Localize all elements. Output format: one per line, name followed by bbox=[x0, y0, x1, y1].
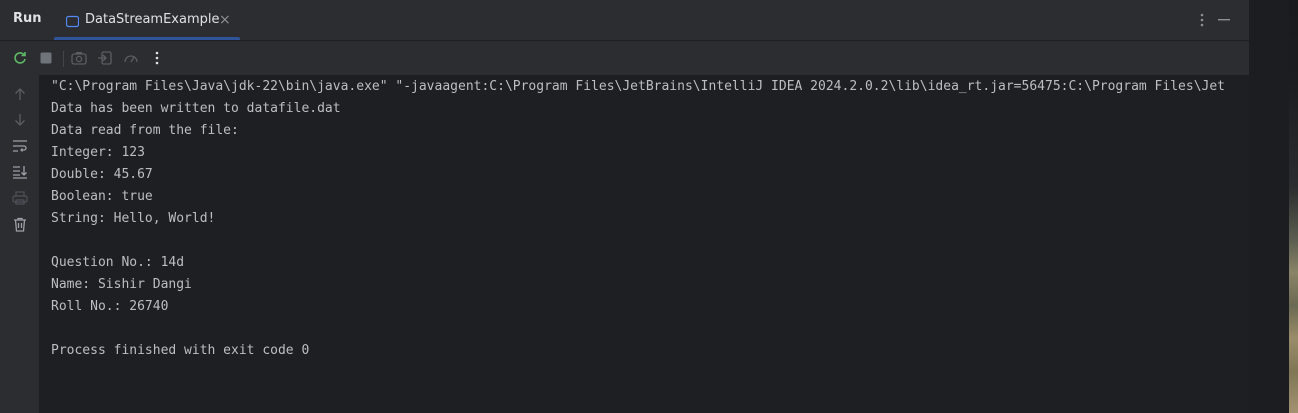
console-line: "C:\Program Files\Java\jdk-22\bin\java.e… bbox=[51, 79, 1225, 94]
console-line: Integer: 123 bbox=[51, 145, 145, 160]
rerun-icon[interactable] bbox=[10, 48, 30, 68]
scroll-to-end-icon[interactable] bbox=[10, 162, 30, 182]
console-line: Data has been written to datafile.dat bbox=[51, 101, 341, 116]
run-tool-window: Run DataStreamExample × "C:\Program File… bbox=[0, 0, 1249, 413]
run-toolbar bbox=[0, 41, 1249, 75]
profiler-icon[interactable] bbox=[121, 48, 141, 68]
console-line: Data read from the file: bbox=[51, 123, 239, 138]
window-edge bbox=[1249, 0, 1289, 413]
up-arrow-icon[interactable] bbox=[10, 84, 30, 104]
console-side-toolbar bbox=[0, 75, 39, 413]
console-line: Question No.: 14d bbox=[51, 255, 185, 270]
close-icon[interactable]: × bbox=[219, 12, 231, 28]
soft-wrap-icon[interactable] bbox=[10, 136, 30, 156]
minimize-icon[interactable] bbox=[1214, 10, 1234, 30]
more-options-icon[interactable] bbox=[1192, 10, 1212, 30]
console-line: Name: Sishir Dangi bbox=[51, 277, 192, 292]
console-line: String: Hello, World! bbox=[51, 211, 216, 226]
more-options-icon[interactable] bbox=[147, 48, 167, 68]
console-line: Process finished with exit code 0 bbox=[51, 343, 310, 358]
console-output[interactable]: "C:\Program Files\Java\jdk-22\bin\java.e… bbox=[39, 75, 1249, 413]
console-line: Boolean: true bbox=[51, 189, 153, 204]
run-config-icon bbox=[65, 13, 80, 32]
tool-window-title: Run bbox=[13, 11, 42, 26]
screenshot-icon[interactable] bbox=[69, 48, 89, 68]
print-icon[interactable] bbox=[10, 188, 30, 208]
stop-icon[interactable] bbox=[36, 48, 56, 68]
trash-icon[interactable] bbox=[10, 214, 30, 234]
toolbar-separator bbox=[63, 51, 64, 67]
tab-active-indicator bbox=[54, 37, 240, 40]
tab-datastreamexample[interactable]: DataStreamExample × bbox=[54, 0, 240, 40]
tool-window-header: Run DataStreamExample × bbox=[0, 0, 1249, 41]
import-icon[interactable] bbox=[95, 48, 115, 68]
console-line: Double: 45.67 bbox=[51, 167, 153, 182]
console-line: Roll No.: 26740 bbox=[51, 299, 169, 314]
down-arrow-icon[interactable] bbox=[10, 110, 30, 130]
tab-label: DataStreamExample bbox=[85, 12, 220, 27]
